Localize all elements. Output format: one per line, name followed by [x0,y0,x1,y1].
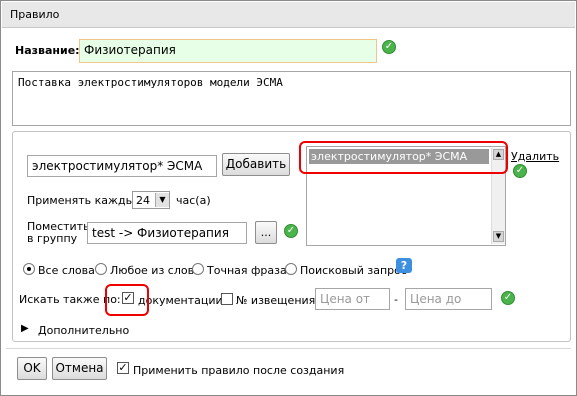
expand-triangle-icon[interactable]: ▶ [21,323,29,334]
chevron-down-icon[interactable]: ▼ [155,193,169,207]
name-ok-icon: ✓ [382,40,396,54]
apply-every-label: Применять каждые [27,194,142,207]
dialog-title: Правило [2,2,575,28]
documentation-label: документации [138,294,223,307]
documentation-checkbox[interactable]: ✓ [122,292,134,304]
group-label: Поместить в группу [27,221,90,245]
cancel-button[interactable]: Отмена [52,357,107,380]
delete-link[interactable]: Удалить [511,150,559,163]
keyword-input[interactable]: электростимулятор* ЭСМА [27,155,217,177]
group-input[interactable]: test -> Физиотерапия [87,222,247,244]
hours-value: 24 [136,194,150,207]
radio-all-words[interactable] [23,263,35,275]
delete-ok-icon: ✓ [513,164,527,178]
advanced-toggle[interactable]: Дополнительно [38,324,129,337]
rule-dialog: Правило Название: Физиотерапия ✓ Поставк… [0,0,577,396]
footer-divider [6,348,571,349]
name-input[interactable]: Физиотерапия [79,39,377,63]
add-keyword-button[interactable]: Добавить [222,153,290,176]
notice-checkbox[interactable] [221,293,233,305]
price-from-input[interactable]: Цена от [315,288,390,310]
name-label: Название: [15,44,80,57]
ok-button[interactable]: OK [17,357,47,380]
apply-after-label: Применить правило после создания [133,364,345,377]
price-separator: - [394,293,398,306]
highlight-list-item [299,141,508,174]
radio-all-words-label: Все слова [38,264,95,277]
scroll-down-icon[interactable]: ▼ [493,231,504,242]
help-icon[interactable]: ? [396,258,412,273]
group-ok-icon: ✓ [284,224,298,238]
radio-any-word-label: Любое из слов [110,264,195,277]
radio-exact-phrase[interactable] [192,263,204,275]
radio-search-query-label: Поисковый запрос [300,264,407,277]
apply-after-checkbox[interactable]: ✓ [117,362,129,374]
notice-label: № извещения [236,294,316,307]
radio-search-query[interactable] [285,263,297,275]
price-to-input[interactable]: Цена до [405,288,492,310]
hours-unit-label: час(а) [176,194,211,207]
hours-select[interactable]: 24 ▼ [132,191,170,209]
radio-exact-phrase-label: Точная фраза [207,264,287,277]
group-browse-button[interactable]: ... [255,221,277,244]
description-textarea[interactable]: Поставка электростимуляторов модели ЭСМА [12,71,571,126]
radio-any-word[interactable] [95,263,107,275]
group-label-line2: в группу [27,232,78,245]
price-ok-icon: ✓ [501,291,515,305]
